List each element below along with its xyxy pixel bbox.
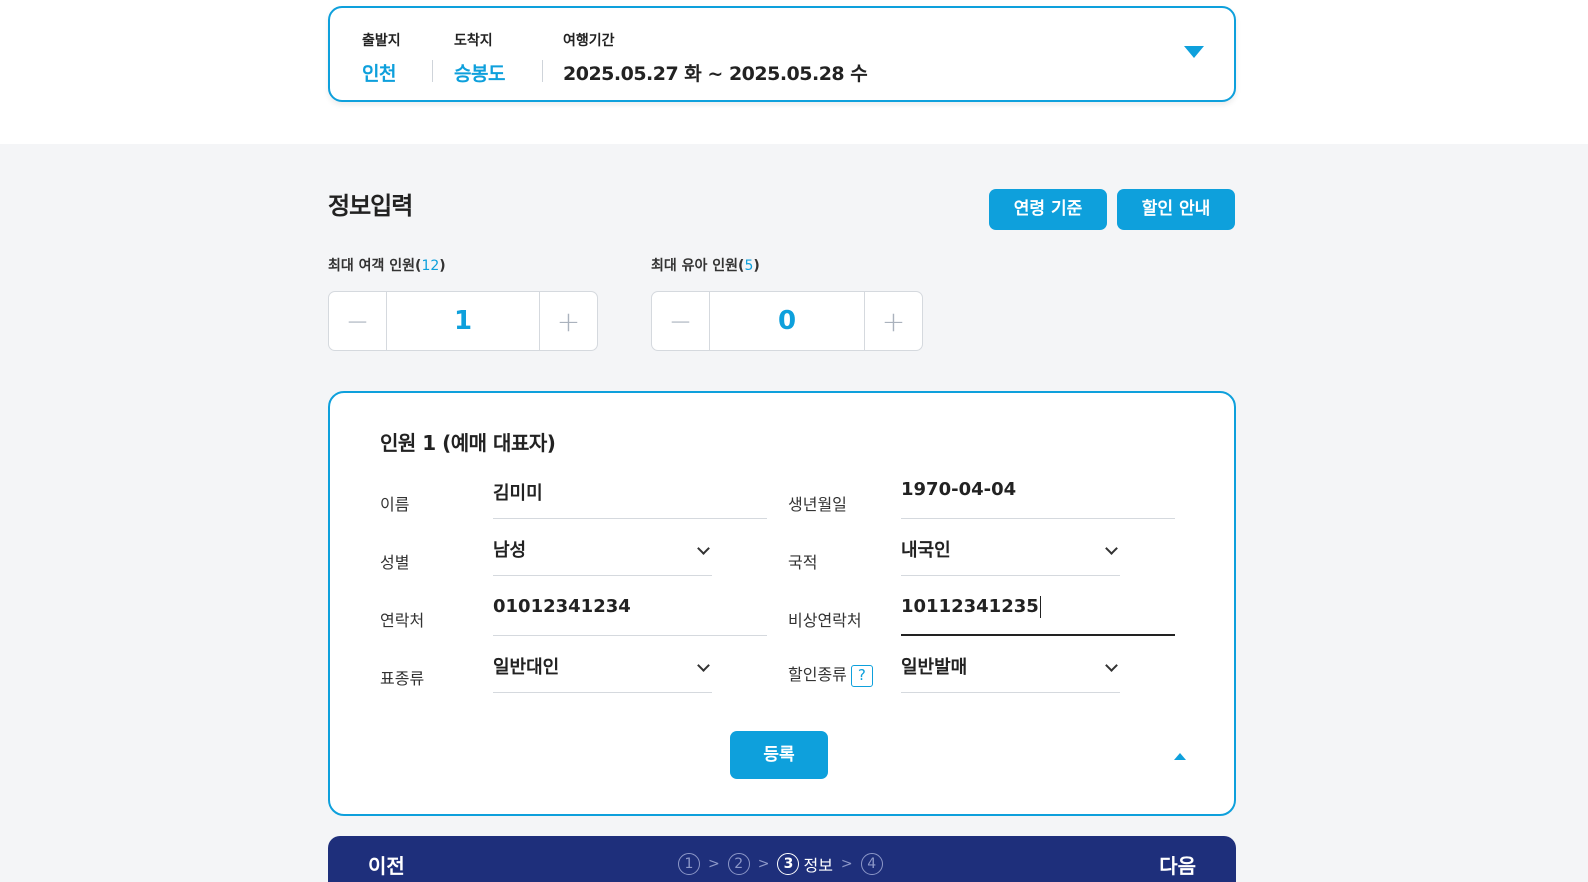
step-separator: > xyxy=(708,856,720,872)
emergency-label: 비상연락처 xyxy=(788,611,862,630)
step-4: 4 xyxy=(860,853,883,875)
discount-info-button[interactable]: 할인 안내 xyxy=(1117,189,1235,230)
gender-select[interactable]: 남성 xyxy=(493,536,712,576)
step-1: 1 xyxy=(678,853,700,875)
passenger-count: 1 xyxy=(453,306,473,336)
phone-label: 연락처 xyxy=(380,611,425,630)
phone-field[interactable]: 01012341234 xyxy=(493,596,767,636)
emergency-value: 10112341235 xyxy=(901,596,1041,618)
name-label: 이름 xyxy=(380,495,410,514)
divider xyxy=(542,60,543,82)
infant-count: 0 xyxy=(777,306,797,336)
close-paren: ) xyxy=(439,258,446,274)
period-label: 여행기간 xyxy=(563,33,615,49)
discount-type-label: 할인종류? xyxy=(788,661,873,687)
step-3: 3 xyxy=(777,853,800,875)
prev-button[interactable]: 이전 xyxy=(368,850,405,879)
emergency-value-text: 10112341235 xyxy=(901,596,1039,617)
phone-value: 01012341234 xyxy=(493,596,631,617)
next-button[interactable]: 다음 xyxy=(1159,850,1196,879)
nationality-label: 국적 xyxy=(788,553,818,572)
origin-label: 출발지 xyxy=(362,33,401,49)
discount-type-text: 할인종류 xyxy=(788,665,847,684)
passenger-plus-button[interactable]: + xyxy=(539,292,597,350)
ticket-type-label: 표종류 xyxy=(380,669,425,688)
max-infant-label: 최대 유아 인원(5) xyxy=(651,255,760,275)
trip-summary-area: 출발지 인천 도착지 승봉도 여행기간 2025.05.27 화 ~ 2025.… xyxy=(0,0,1588,144)
infant-minus-button[interactable]: − xyxy=(652,292,710,350)
discount-type-value: 일반발매 xyxy=(901,657,968,678)
destination-value: 승봉도 xyxy=(454,63,505,85)
register-button[interactable]: 등록 xyxy=(730,731,828,779)
period-value: 2025.05.27 화 ~ 2025.05.28 수 xyxy=(563,63,868,85)
step-indicator: 1 > 2 > 3 정보 > 4 xyxy=(678,852,883,876)
passenger-stepper: − 1 + xyxy=(328,291,598,351)
step-separator: > xyxy=(840,856,853,872)
max-passenger-text: 최대 여객 인원( xyxy=(328,258,422,274)
ticket-type-value: 일반대인 xyxy=(493,657,560,678)
gender-value: 남성 xyxy=(493,540,527,561)
chevron-down-icon xyxy=(697,542,710,555)
help-icon[interactable]: ? xyxy=(850,664,873,687)
name-value: 김미미 xyxy=(493,483,543,504)
birth-field[interactable]: 1970-04-04 xyxy=(901,479,1175,519)
birth-value: 1970-04-04 xyxy=(901,479,1017,500)
name-field[interactable]: 김미미 xyxy=(493,479,767,519)
close-paren: ) xyxy=(753,258,760,274)
text-caret xyxy=(1039,596,1041,618)
passenger-title: 인원 1 (예매 대표자) xyxy=(380,431,556,455)
discount-type-select[interactable]: 일반발매 xyxy=(901,653,1120,693)
chevron-down-icon xyxy=(1105,659,1118,672)
divider xyxy=(432,60,433,82)
max-passenger-label: 최대 여객 인원(12) xyxy=(328,255,446,275)
emergency-phone-field[interactable]: 10112341235 xyxy=(901,596,1175,636)
collapse-triangle-icon[interactable] xyxy=(1174,753,1186,760)
origin-value: 인천 xyxy=(362,63,396,85)
destination-label: 도착지 xyxy=(454,33,493,49)
step-separator: > xyxy=(757,856,770,872)
trip-summary-box[interactable]: 출발지 인천 도착지 승봉도 여행기간 2025.05.27 화 ~ 2025.… xyxy=(328,6,1236,102)
chevron-down-icon xyxy=(1105,542,1118,555)
passenger-card: 인원 1 (예매 대표자) 이름 김미미 생년월일 1970-04-04 성별 … xyxy=(328,391,1236,816)
travel-period: 여행기간 2025.05.27 화 ~ 2025.05.28 수 xyxy=(563,30,868,86)
passenger-minus-button[interactable]: − xyxy=(329,292,387,350)
step-3-label: 정보 xyxy=(803,856,833,875)
bottom-nav-bar: 이전 1 > 2 > 3 정보 > 4 다음 xyxy=(328,836,1236,882)
page-title: 정보입력 xyxy=(328,192,413,220)
max-infant-text: 최대 유아 인원( xyxy=(651,258,745,274)
destination: 도착지 승봉도 xyxy=(454,30,505,86)
birth-label: 생년월일 xyxy=(788,495,847,514)
age-criteria-button[interactable]: 연령 기준 xyxy=(989,189,1107,230)
infant-plus-button[interactable]: + xyxy=(864,292,922,350)
gender-label: 성별 xyxy=(380,553,410,572)
nationality-select[interactable]: 내국인 xyxy=(901,536,1120,576)
chevron-down-icon xyxy=(697,659,710,672)
origin: 출발지 인천 xyxy=(362,30,401,86)
step-2: 2 xyxy=(727,853,750,875)
max-passenger-num: 12 xyxy=(421,258,440,274)
infant-stepper: − 0 + xyxy=(651,291,923,351)
nationality-value: 내국인 xyxy=(901,540,951,561)
expand-triangle-icon[interactable] xyxy=(1184,46,1204,58)
ticket-type-select[interactable]: 일반대인 xyxy=(493,653,712,693)
